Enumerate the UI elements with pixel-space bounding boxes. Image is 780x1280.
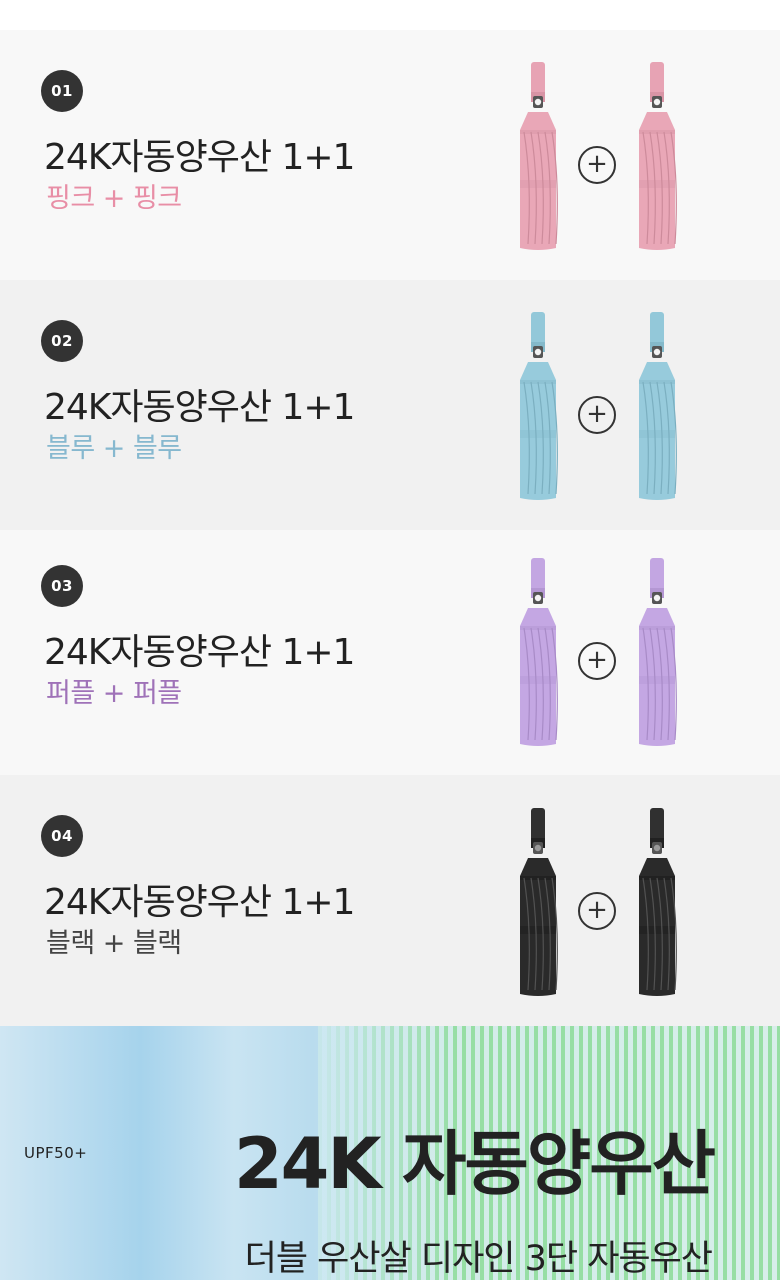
option-title: 24K자동양우산 1+1 (44, 882, 355, 923)
promo-banner: UPF50+ 24K 자동양우산 더블 우산살 디자인 3단 자동우산 (0, 1026, 780, 1280)
umbrella-image-left (518, 558, 558, 748)
option-color-label: 핑크 + 핑크 (46, 183, 182, 214)
plus-circle-icon: + (578, 642, 616, 680)
umbrella-image-right (637, 808, 677, 998)
option-number-badge: 03 (41, 565, 83, 607)
option-color-label: 퍼플 + 퍼플 (46, 678, 182, 709)
product-option-04[interactable]: 04 24K자동양우산 1+1 블랙 + 블랙 + (0, 775, 780, 1026)
umbrella-image-left (518, 62, 558, 252)
plus-circle-icon: + (578, 892, 616, 930)
umbrella-image-left (518, 312, 558, 502)
option-color-label: 블랙 + 블랙 (46, 928, 182, 959)
plus-circle-icon: + (578, 396, 616, 434)
plus-circle-icon: + (578, 146, 616, 184)
option-number-badge: 02 (41, 320, 83, 362)
option-number-badge: 01 (41, 70, 83, 112)
banner-title: 24K 자동양우산 (233, 1123, 716, 1205)
umbrella-image-right (637, 312, 677, 502)
option-number-badge: 04 (41, 815, 83, 857)
option-title: 24K자동양우산 1+1 (44, 632, 355, 673)
product-option-01[interactable]: 01 24K자동양우산 1+1 핑크 + 핑크 + (0, 30, 780, 280)
upf-badge: UPF50+ (24, 1144, 88, 1162)
product-option-02[interactable]: 02 24K자동양우산 1+1 블루 + 블루 + (0, 280, 780, 530)
option-title: 24K자동양우산 1+1 (44, 387, 355, 428)
umbrella-image-right (637, 62, 677, 252)
option-color-label: 블루 + 블루 (46, 433, 182, 464)
umbrella-image-left (518, 808, 558, 998)
option-title: 24K자동양우산 1+1 (44, 137, 355, 178)
top-spacer (0, 0, 780, 30)
product-option-03[interactable]: 03 24K자동양우산 1+1 퍼플 + 퍼플 + (0, 530, 780, 775)
umbrella-image-right (637, 558, 677, 748)
banner-subtitle: 더블 우산살 디자인 3단 자동우산 (244, 1239, 713, 1279)
